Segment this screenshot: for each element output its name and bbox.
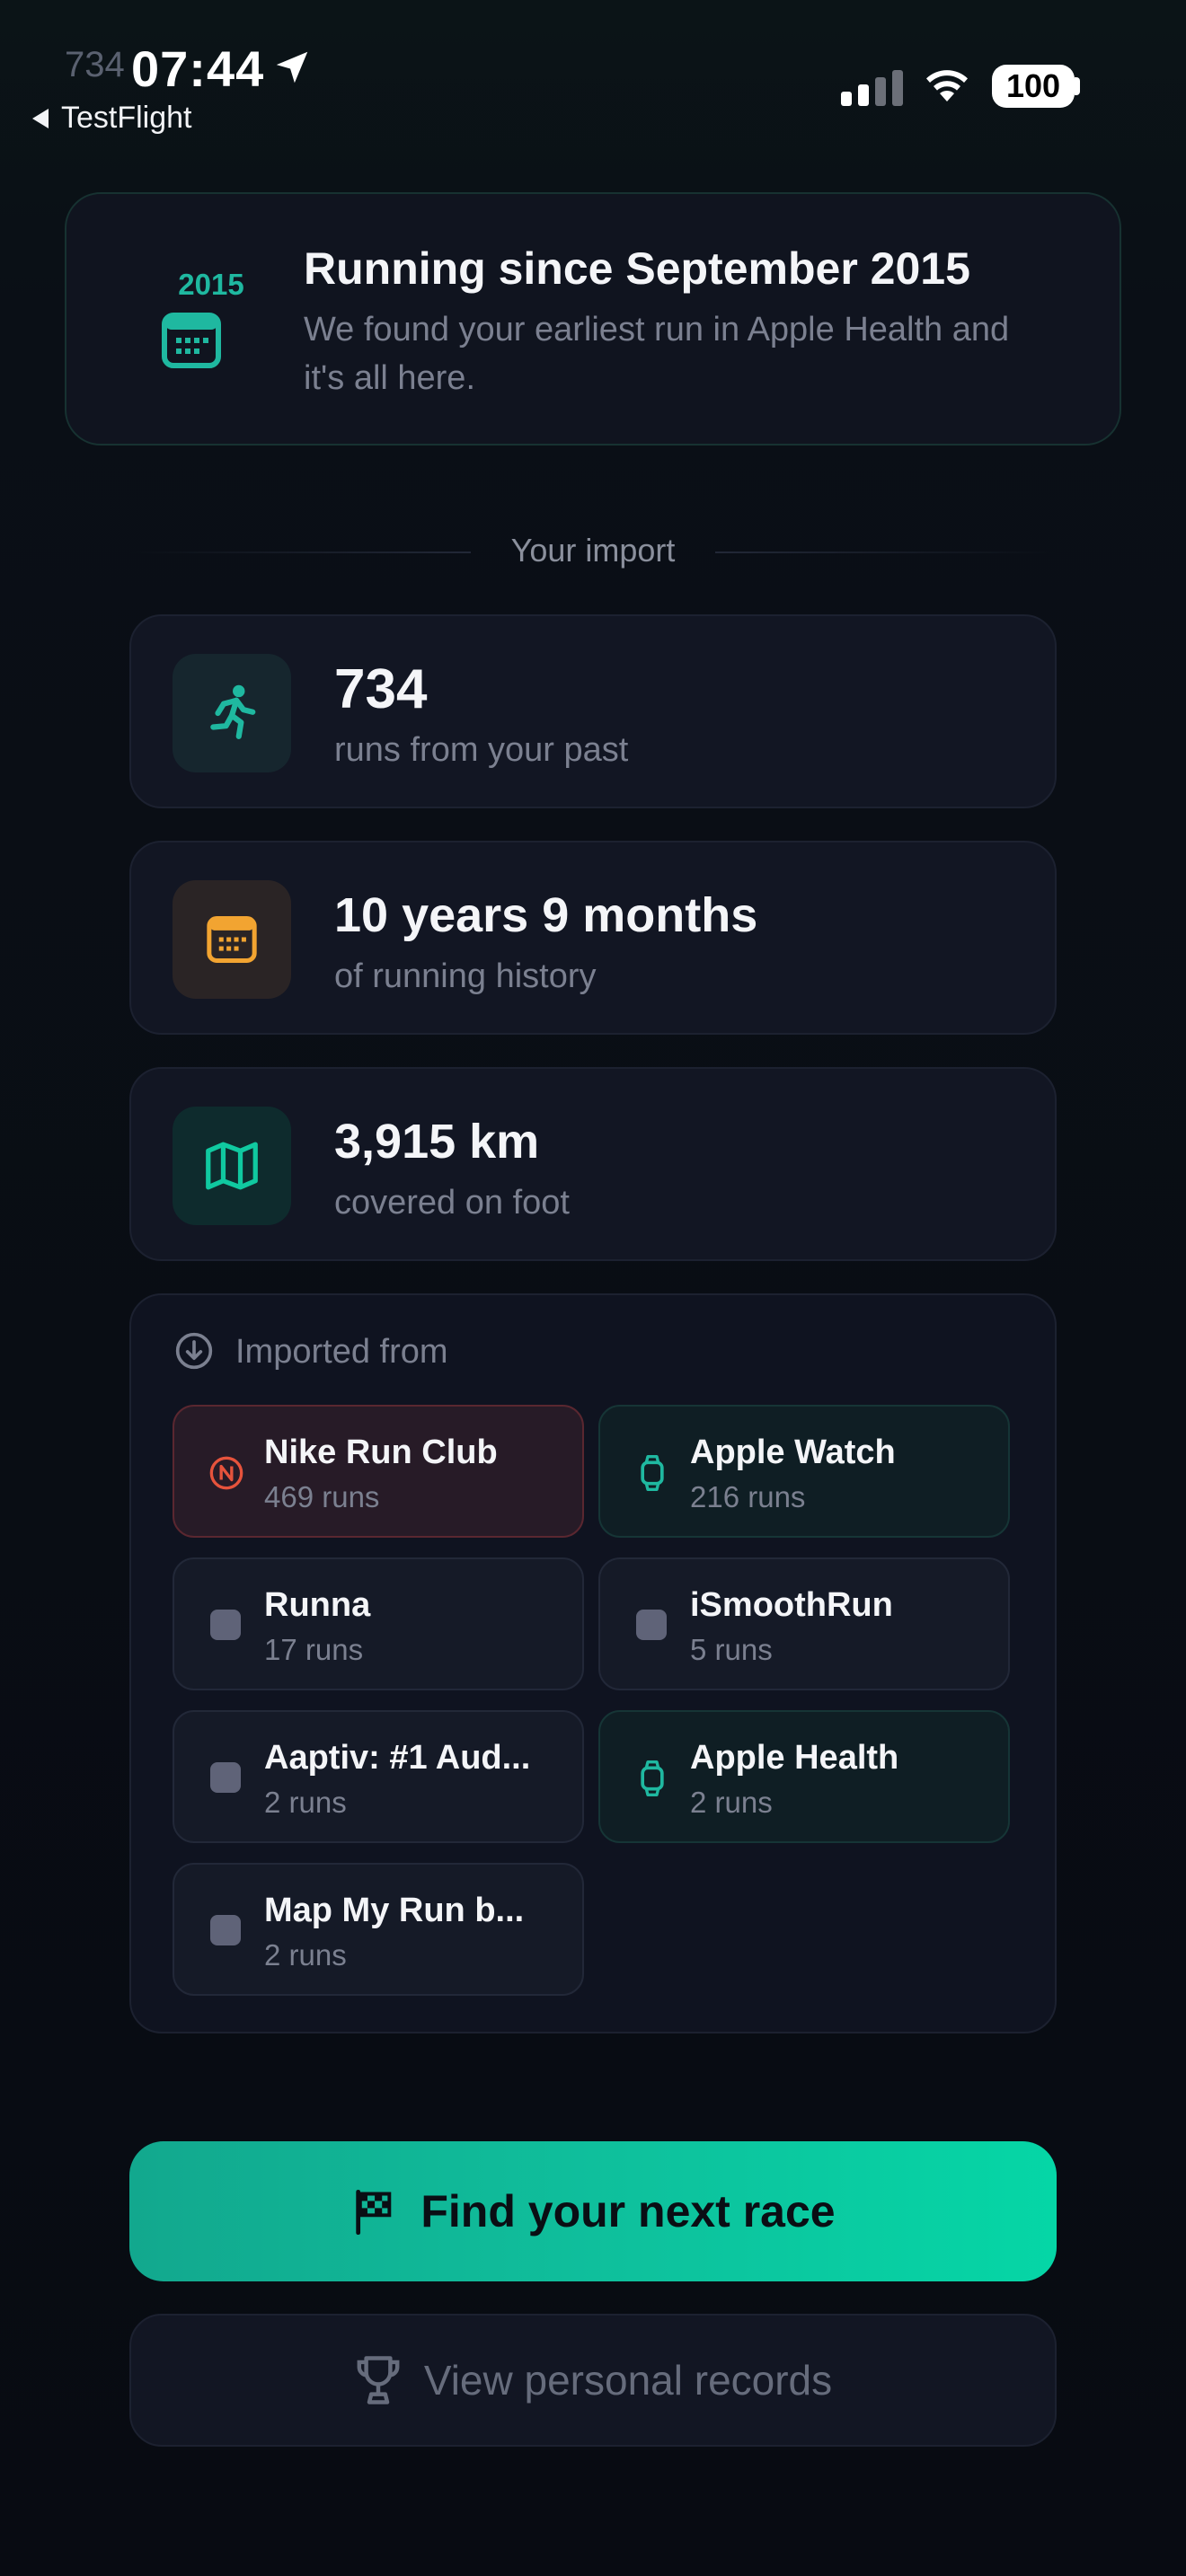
source-name: Nike Run Club: [264, 1434, 498, 1471]
hero-subtitle: We found your earliest run in Apple Heal…: [304, 311, 1010, 397]
source-nike-run-club[interactable]: Nike Run Club 469 runs: [173, 1405, 584, 1538]
calendar-icon: [162, 313, 221, 368]
stat-history-label: of running history: [334, 957, 597, 995]
checkered-flag-icon: [356, 2189, 392, 2235]
stat-runs-label: runs from your past: [334, 731, 629, 769]
source-ismoothrun[interactable]: iSmoothRun 5 runs: [598, 1557, 1010, 1690]
stat-distance-value: 3,915 km: [334, 1115, 540, 1169]
app-placeholder-icon: [210, 1610, 241, 1640]
source-runs: 216 runs: [690, 1480, 806, 1513]
section-label: Your import: [510, 532, 676, 569]
runner-icon-tile: [173, 654, 291, 772]
source-apple-watch[interactable]: Apple Watch 216 runs: [598, 1405, 1010, 1538]
find-next-race-label: Find your next race: [420, 2186, 836, 2236]
find-next-race-button[interactable]: Find your next race: [129, 2141, 1057, 2281]
cellular-signal-icon: [841, 66, 903, 106]
status-app-name: 734: [65, 45, 125, 84]
source-name: Map My Run b...: [264, 1892, 525, 1929]
source-runs: 469 runs: [264, 1480, 380, 1513]
back-chevron-icon: [32, 108, 49, 128]
nike-icon: [209, 1456, 243, 1490]
source-aaptiv[interactable]: Aaptiv: #1 Aud... 2 runs: [173, 1710, 584, 1843]
battery-indicator: 100: [992, 65, 1075, 108]
stat-card-runs: 734 runs from your past: [129, 614, 1057, 808]
hero-title: Running since September 2015: [304, 243, 970, 294]
source-runs: 17 runs: [264, 1633, 364, 1666]
download-circle-icon: [175, 1332, 213, 1370]
stat-runs-value: 734: [334, 658, 428, 720]
map-icon-tile: [173, 1107, 291, 1225]
calendar-icon-tile: [173, 880, 291, 999]
runner-icon: [210, 684, 256, 739]
battery-nub: [1075, 77, 1080, 95]
source-apple-health[interactable]: Apple Health 2 runs: [598, 1710, 1010, 1843]
back-to-testflight[interactable]: TestFlight: [32, 101, 192, 136]
stat-card-distance: 3,915 km covered on foot: [129, 1067, 1057, 1261]
source-name: iSmoothRun: [690, 1586, 893, 1624]
map-icon: [206, 1142, 258, 1190]
wifi-icon: [926, 70, 968, 101]
source-runs: 2 runs: [690, 1786, 773, 1819]
source-runs: 2 runs: [264, 1786, 347, 1819]
imported-from-heading: Imported from: [235, 1333, 448, 1371]
view-personal-records-label: View personal records: [423, 2357, 833, 2404]
app-placeholder-icon: [636, 1610, 667, 1640]
view-personal-records-button[interactable]: View personal records: [129, 2314, 1057, 2447]
trophy-icon: [357, 2356, 400, 2404]
stat-distance-label: covered on foot: [334, 1184, 570, 1222]
app-placeholder-icon: [210, 1762, 241, 1793]
app-placeholder-icon: [210, 1915, 241, 1945]
status-time: 07:44: [131, 40, 265, 97]
stat-card-history: 10 years 9 months of running history: [129, 841, 1057, 1035]
back-label: TestFlight: [61, 101, 192, 135]
source-runs: 5 runs: [690, 1633, 773, 1666]
location-arrow-icon: [276, 51, 308, 84]
running-since-card: 2015 Running since September 2015 We fou…: [65, 192, 1121, 446]
source-runs: 2 runs: [264, 1938, 347, 1972]
watch-icon: [641, 1760, 664, 1796]
watch-icon: [641, 1455, 664, 1491]
calendar-icon: [207, 916, 257, 963]
source-map-my-run[interactable]: Map My Run b... 2 runs: [173, 1863, 584, 1996]
source-runna[interactable]: Runna 17 runs: [173, 1557, 584, 1690]
imported-from-card: Imported from Nike Run Club 469 runs App…: [129, 1293, 1057, 2033]
source-name: Apple Health: [690, 1739, 899, 1777]
hero-year: 2015: [178, 268, 244, 301]
source-name: Runna: [264, 1586, 371, 1624]
stat-history-value: 10 years 9 months: [334, 888, 758, 942]
source-name: Apple Watch: [690, 1434, 896, 1471]
source-name: Aaptiv: #1 Aud...: [264, 1739, 531, 1777]
